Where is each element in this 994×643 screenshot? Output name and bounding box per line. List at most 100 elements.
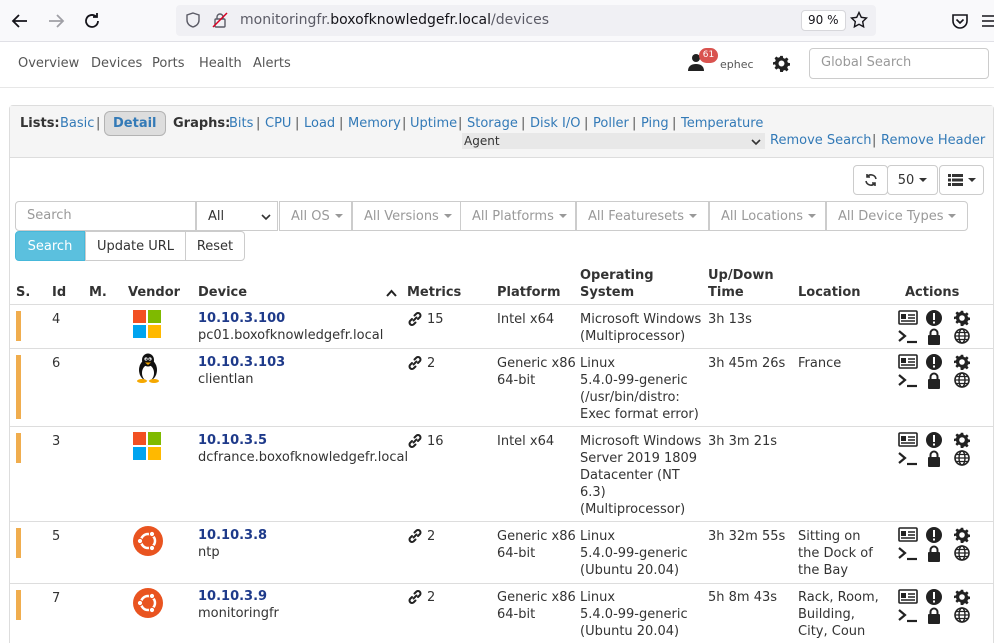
- reload-icon[interactable]: [80, 9, 104, 33]
- id-card-icon[interactable]: [898, 527, 918, 542]
- graph-poller-link[interactable]: Poller: [593, 116, 629, 131]
- graph-temperature-link[interactable]: Temperature: [681, 116, 763, 131]
- settings-gear-icon[interactable]: [954, 354, 970, 370]
- status-filter-select[interactable]: All: [196, 201, 278, 231]
- graph-cpu-link[interactable]: CPU: [265, 116, 291, 131]
- page-size-dropdown[interactable]: 50: [887, 165, 938, 195]
- insecure-lock-icon[interactable]: [212, 12, 228, 32]
- link-icon[interactable]: [407, 528, 423, 548]
- link-icon[interactable]: [407, 311, 423, 331]
- terminal-icon[interactable]: [898, 329, 918, 344]
- graph-uptime-link[interactable]: Uptime: [410, 116, 457, 131]
- settings-gear-icon[interactable]: [954, 589, 970, 605]
- lock-icon[interactable]: [927, 372, 941, 389]
- nav-devices[interactable]: Devices: [91, 56, 142, 71]
- terminal-icon[interactable]: [898, 451, 918, 466]
- col-uptime-header-line2[interactable]: Time: [708, 284, 744, 301]
- reset-button[interactable]: Reset: [185, 231, 245, 261]
- link-icon[interactable]: [407, 589, 423, 609]
- settings-gear-icon[interactable]: [954, 432, 970, 448]
- featuresets-filter-dropdown[interactable]: All Featuresets: [576, 201, 709, 231]
- globe-icon[interactable]: [954, 328, 970, 344]
- col-vendor-header[interactable]: Vendor: [128, 284, 180, 301]
- col-device-header[interactable]: Device: [198, 284, 247, 301]
- nav-overview[interactable]: Overview: [18, 56, 79, 71]
- nav-ports[interactable]: Ports: [152, 56, 185, 71]
- globe-icon[interactable]: [954, 372, 970, 388]
- device-link[interactable]: 10.10.3.100: [198, 311, 285, 326]
- column-picker-dropdown[interactable]: [939, 165, 984, 195]
- graph-diskio-link[interactable]: Disk I/O: [530, 116, 581, 131]
- col-metrics-header[interactable]: Metrics: [407, 284, 461, 301]
- graph-load-link[interactable]: Load: [304, 116, 335, 131]
- settings-gear-icon[interactable]: [954, 310, 970, 326]
- shield-icon[interactable]: [185, 12, 201, 32]
- alert-icon[interactable]: [926, 432, 942, 448]
- menu-icon[interactable]: [982, 9, 994, 33]
- search-input[interactable]: Search: [15, 201, 196, 231]
- versions-filter-dropdown[interactable]: All Versions: [352, 201, 461, 231]
- lock-icon[interactable]: [927, 328, 941, 345]
- alert-icon[interactable]: [926, 527, 942, 543]
- alert-icon[interactable]: [926, 310, 942, 326]
- pocket-icon[interactable]: [948, 9, 972, 33]
- col-os-header-line2[interactable]: System: [580, 284, 634, 301]
- col-status-header[interactable]: S.: [16, 284, 30, 301]
- search-button[interactable]: Search: [15, 231, 85, 261]
- remove-header-link[interactable]: Remove Header: [881, 133, 985, 148]
- update-url-button[interactable]: Update URL: [85, 231, 186, 261]
- list-basic-link[interactable]: Basic: [60, 116, 94, 131]
- alert-count-badge[interactable]: 61: [699, 48, 718, 63]
- settings-gear-icon[interactable]: [954, 527, 970, 543]
- device-link[interactable]: 10.10.3.8: [198, 528, 267, 543]
- col-maintenance-header[interactable]: M.: [89, 284, 107, 301]
- lock-icon[interactable]: [927, 450, 941, 467]
- zoom-level-badge[interactable]: 90 %: [801, 10, 846, 31]
- terminal-icon[interactable]: [898, 608, 918, 623]
- bookmark-star-icon[interactable]: [849, 10, 869, 33]
- device-link[interactable]: 10.10.3.9: [198, 589, 267, 604]
- col-location-header[interactable]: Location: [798, 284, 861, 301]
- device-link[interactable]: 10.10.3.103: [198, 355, 285, 370]
- remove-search-link[interactable]: Remove Search: [770, 133, 872, 148]
- link-icon[interactable]: [407, 355, 423, 375]
- device-link[interactable]: 10.10.3.5: [198, 433, 267, 448]
- refresh-button[interactable]: [853, 165, 888, 195]
- col-os-header-line1[interactable]: Operating: [580, 267, 654, 284]
- username[interactable]: ephec: [720, 58, 754, 71]
- col-id-header[interactable]: Id: [52, 284, 66, 301]
- graph-agent-select[interactable]: Agent: [462, 133, 765, 149]
- id-card-icon[interactable]: [898, 310, 918, 325]
- globe-icon[interactable]: [954, 545, 970, 561]
- graph-memory-link[interactable]: Memory: [348, 116, 401, 131]
- nav-alerts[interactable]: Alerts: [253, 56, 291, 71]
- global-search-input[interactable]: Global Search: [809, 48, 989, 79]
- col-uptime-header-line1[interactable]: Up/Down: [708, 267, 774, 284]
- alert-icon[interactable]: [926, 589, 942, 605]
- nav-health[interactable]: Health: [199, 56, 242, 71]
- col-platform-header[interactable]: Platform: [497, 284, 561, 301]
- globe-icon[interactable]: [954, 450, 970, 466]
- id-card-icon[interactable]: [898, 432, 918, 447]
- back-arrow-icon[interactable]: [8, 9, 32, 33]
- os-filter-dropdown[interactable]: All OS: [279, 201, 352, 231]
- lock-icon[interactable]: [927, 607, 941, 624]
- id-card-icon[interactable]: [898, 354, 918, 369]
- terminal-icon[interactable]: [898, 373, 918, 388]
- lock-icon[interactable]: [927, 545, 941, 562]
- forward-arrow-icon[interactable]: [44, 9, 68, 33]
- graph-ping-link[interactable]: Ping: [641, 116, 669, 131]
- list-detail-button[interactable]: Detail: [104, 111, 166, 136]
- link-icon[interactable]: [407, 433, 423, 453]
- globe-icon[interactable]: [954, 607, 970, 623]
- graph-bits-link[interactable]: Bits: [229, 116, 253, 131]
- sort-asc-icon[interactable]: [386, 286, 397, 301]
- gear-icon[interactable]: [773, 55, 790, 76]
- terminal-icon[interactable]: [898, 546, 918, 561]
- id-card-icon[interactable]: [898, 589, 918, 604]
- locations-filter-dropdown[interactable]: All Locations: [709, 201, 826, 231]
- device-types-filter-dropdown[interactable]: All Device Types: [826, 201, 968, 231]
- url-bar[interactable]: monitoringfr.boxofknowledgefr.local/devi…: [176, 5, 876, 36]
- platforms-filter-dropdown[interactable]: All Platforms: [460, 201, 576, 231]
- alert-icon[interactable]: [926, 354, 942, 370]
